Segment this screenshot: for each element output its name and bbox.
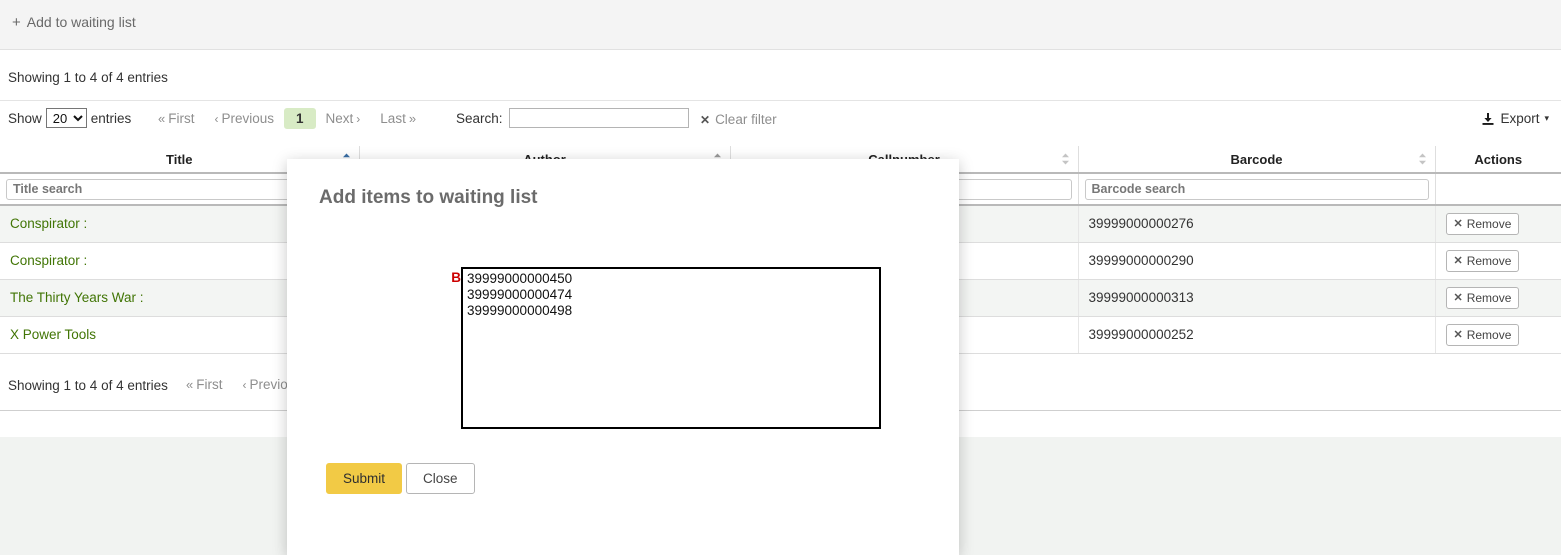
entries-info-bottom: Showing 1 to 4 of 4 entries (8, 378, 168, 393)
export-label: Export (1500, 111, 1539, 126)
clear-filter-label: Clear filter (715, 112, 777, 127)
barcode-search-input[interactable] (1085, 179, 1429, 200)
column-header-barcode-label: Barcode (1230, 152, 1282, 167)
close-icon: ✕ (700, 113, 710, 127)
modal-actions: Submit Close (326, 463, 475, 494)
add-items-modal: Add items to waiting list Barcode list: … (287, 159, 959, 555)
cell-barcode: 39999000000313 (1078, 279, 1435, 316)
pagination-first-bottom[interactable]: « First (176, 374, 232, 395)
controls-divider (0, 100, 1561, 101)
close-button[interactable]: Close (406, 463, 475, 494)
remove-button-label: Remove (1467, 291, 1512, 305)
close-icon: ✕ (1454, 254, 1463, 267)
export-button[interactable]: Export ▾ (1481, 111, 1549, 126)
close-icon: ✕ (1454, 328, 1463, 341)
cell-barcode: 39999000000252 (1078, 316, 1435, 353)
cell-barcode: 39999000000290 (1078, 242, 1435, 279)
show-label: Show (8, 111, 42, 126)
remove-button[interactable]: ✕ Remove (1446, 250, 1520, 272)
pagination-first[interactable]: « First (148, 108, 204, 129)
close-icon: ✕ (1454, 217, 1463, 230)
chevron-left-icon: ‹ (242, 378, 246, 392)
entries-label: entries (91, 111, 132, 126)
page-toolbar: + Add to waiting list (0, 0, 1561, 50)
cell-actions: ✕ Remove (1435, 316, 1561, 353)
column-header-actions: Actions (1435, 146, 1561, 173)
filter-cell-barcode (1078, 173, 1435, 205)
remove-button[interactable]: ✕ Remove (1446, 213, 1520, 235)
search-input[interactable] (509, 108, 689, 128)
plus-icon: + (12, 15, 21, 30)
pagination-next-label: Next (326, 111, 354, 126)
chevron-down-icon: ▾ (1544, 113, 1549, 124)
cell-actions: ✕ Remove (1435, 205, 1561, 242)
remove-button[interactable]: ✕ Remove (1446, 287, 1520, 309)
remove-button[interactable]: ✕ Remove (1446, 324, 1520, 346)
search-label: Search: (456, 111, 503, 126)
pagination-first-bottom-label: First (196, 377, 222, 392)
chevron-left-icon: ‹ (214, 112, 218, 126)
column-header-barcode[interactable]: Barcode (1078, 146, 1435, 173)
title-link[interactable]: Conspirator : (10, 216, 87, 231)
remove-button-label: Remove (1467, 254, 1512, 268)
title-link[interactable]: X Power Tools (10, 327, 96, 342)
pagination-first-label: First (168, 111, 194, 126)
page-root: + Add to waiting list Showing 1 to 4 of … (0, 0, 1561, 555)
pagination-last-label: Last (380, 111, 406, 126)
double-chevron-left-icon: « (158, 111, 165, 126)
pagination-page-1[interactable]: 1 (284, 108, 316, 129)
add-to-waiting-list-label: Add to waiting list (27, 14, 136, 30)
title-link[interactable]: Conspirator : (10, 253, 87, 268)
chevron-right-icon: › (356, 112, 360, 126)
column-header-actions-label: Actions (1474, 152, 1522, 167)
page-length-select[interactable]: 20 (46, 108, 87, 128)
modal-title: Add items to waiting list (319, 187, 538, 209)
pagination-previous-label: Previous (221, 111, 274, 126)
sort-icon (1061, 153, 1070, 165)
global-search: Search: (456, 108, 689, 128)
double-chevron-right-icon: » (409, 111, 416, 126)
close-icon: ✕ (1454, 291, 1463, 304)
pagination-last[interactable]: Last » (370, 108, 426, 129)
title-link[interactable]: The Thirty Years War : (10, 290, 144, 305)
sort-icon (1418, 153, 1427, 165)
filter-cell-actions (1435, 173, 1561, 205)
add-to-waiting-list-button[interactable]: + Add to waiting list (12, 14, 136, 30)
remove-button-label: Remove (1467, 328, 1512, 342)
pagination-top: « First ‹ Previous 1 Next › Last » (148, 108, 426, 129)
double-chevron-left-icon: « (186, 377, 193, 392)
pagination-previous[interactable]: ‹ Previous (204, 108, 284, 129)
cell-actions: ✕ Remove (1435, 279, 1561, 316)
pagination-next[interactable]: Next › (316, 108, 371, 129)
clear-filter-button[interactable]: ✕ Clear filter (700, 112, 777, 127)
barcode-list-textarea[interactable] (461, 267, 881, 429)
cell-actions: ✕ Remove (1435, 242, 1561, 279)
submit-button[interactable]: Submit (326, 463, 402, 494)
table-controls: Show 20 entries « First ‹ Previous 1 Nex… (0, 104, 1561, 136)
download-icon (1481, 112, 1495, 126)
remove-button-label: Remove (1467, 217, 1512, 231)
column-header-title-label: Title (166, 152, 193, 167)
entries-info-top: Showing 1 to 4 of 4 entries (8, 70, 168, 85)
page-length-control: Show 20 entries (8, 108, 131, 128)
cell-barcode: 39999000000276 (1078, 205, 1435, 242)
